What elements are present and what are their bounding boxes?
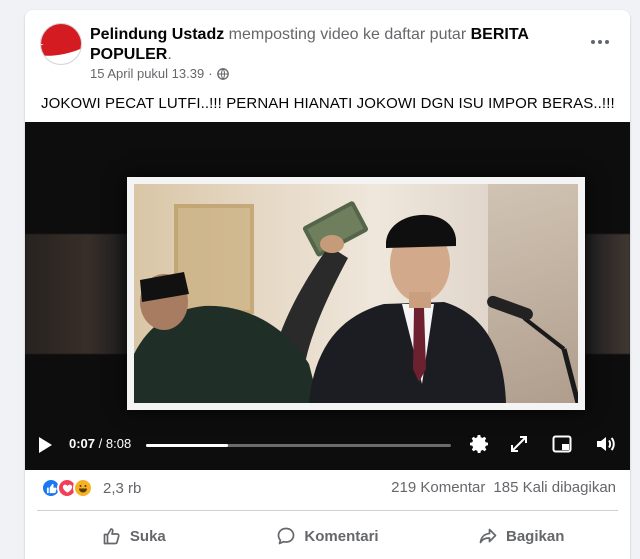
reactions-summary[interactable]: 2,3 rb: [41, 477, 141, 499]
video-background-left: [25, 234, 130, 354]
author-name[interactable]: Pelindung Ustadz: [90, 26, 224, 43]
action-bar: Suka Komentari Bagikan: [37, 516, 618, 556]
video-controls: 0:07 / 8:08: [25, 422, 630, 470]
post-stats: 219 Komentar 185 Kali dibagikan: [391, 479, 616, 496]
share-arrow-icon: [479, 528, 497, 544]
like-label: Suka: [129, 527, 166, 545]
post-header: Pelindung Ustadz memposting video ke daf…: [90, 25, 550, 65]
time-separator: /: [95, 436, 106, 451]
thumbs-up-icon: [103, 528, 120, 545]
comment-bubble-icon: [278, 527, 295, 545]
post-caption: JOKOWI PECAT LUTFI..!!! PERNAH HIANATI J…: [41, 95, 615, 112]
post-card: Pelindung Ustadz memposting video ke daf…: [25, 10, 630, 559]
avatar[interactable]: [40, 23, 82, 65]
video-background-right: [585, 234, 630, 354]
post-action-text: memposting video ke daftar putar: [224, 26, 471, 43]
like-button[interactable]: Suka: [37, 516, 231, 556]
reaction-count: 2,3 rb: [103, 479, 142, 497]
picture-in-picture-icon[interactable]: [550, 432, 574, 456]
current-time: 0:07: [69, 436, 96, 451]
video-time: 0:07 / 8:08: [69, 436, 131, 451]
video-player[interactable]: 0:07 / 8:08: [25, 122, 630, 470]
progress-bar[interactable]: [146, 444, 451, 447]
comment-label: Komentari: [304, 527, 379, 545]
divider: [37, 510, 618, 511]
meta-separator: ·: [208, 66, 213, 81]
share-button[interactable]: Bagikan: [424, 516, 618, 556]
globe-icon: [216, 67, 229, 80]
video-scene-illustration: [134, 201, 578, 403]
volume-icon[interactable]: [594, 432, 618, 456]
play-icon[interactable]: [39, 437, 52, 453]
settings-gear-icon[interactable]: [467, 432, 491, 456]
comments-count-link[interactable]: 219 Komentar: [391, 479, 485, 496]
video-frame-photo: [127, 177, 585, 410]
fullscreen-expand-icon[interactable]: [507, 432, 531, 456]
post-timestamp[interactable]: 15 April pukul 13.39: [90, 66, 204, 81]
duration: 8:08: [105, 436, 132, 451]
progress-fill: [146, 444, 229, 447]
post-meta: 15 April pukul 13.39 ·: [90, 66, 229, 81]
haha-reaction-icon: [73, 478, 93, 498]
shares-count-link[interactable]: 185 Kali dibagikan: [493, 479, 616, 496]
comment-button[interactable]: Komentari: [231, 516, 425, 556]
share-label: Bagikan: [506, 527, 565, 545]
header-period: .: [167, 46, 172, 63]
more-options-button[interactable]: [588, 32, 612, 52]
